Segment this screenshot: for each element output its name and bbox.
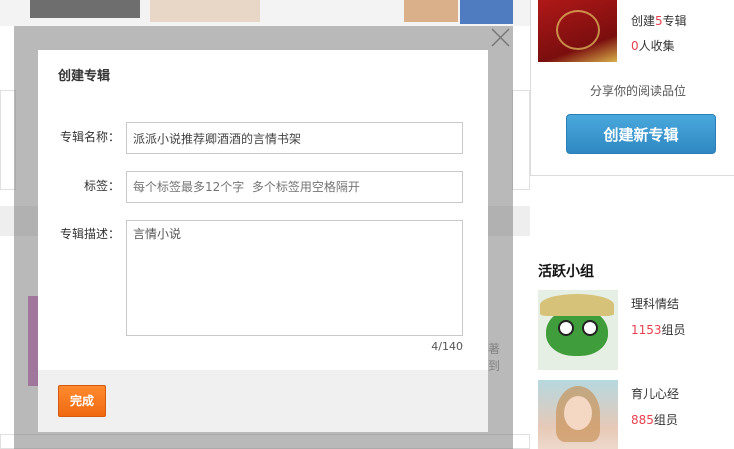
book-thumb <box>30 0 140 18</box>
collected-stat: 0人收集 <box>631 37 675 54</box>
album-desc-label: 专辑描述： <box>59 227 120 241</box>
stat-suffix: 人收集 <box>638 39 675 53</box>
album-desc-textarea[interactable]: 言情小说 <box>126 220 463 336</box>
member-count: 885 <box>631 413 654 427</box>
stat-suffix: 专辑 <box>662 14 687 28</box>
created-albums-stat: 创建5专辑 <box>631 12 687 29</box>
group-name-link[interactable]: 理科情结 <box>631 295 679 312</box>
close-button[interactable] <box>488 26 513 50</box>
album-cover[interactable] <box>538 0 617 62</box>
dialog-footer: 完成 <box>38 370 488 432</box>
avatar-shape <box>540 294 614 316</box>
album-name-label: 专辑名称： <box>59 130 120 144</box>
share-text: 分享你的阅读品位 <box>590 84 687 98</box>
group-members: 885组员 <box>631 411 678 428</box>
stat-count: 0 <box>631 39 639 53</box>
stat-count: 5 <box>655 14 663 28</box>
close-icon <box>491 28 510 47</box>
create-album-button[interactable]: 创建新专辑 <box>566 114 716 154</box>
card-edge <box>512 90 530 190</box>
book-thumb <box>404 0 458 22</box>
album-name-input[interactable] <box>126 122 463 154</box>
tags-input[interactable] <box>126 171 463 203</box>
avatar-shape <box>582 320 598 336</box>
avatar-shape <box>564 396 592 430</box>
group-name-link[interactable]: 育儿心经 <box>631 385 679 402</box>
groups-title: 活跃小组 <box>538 264 594 280</box>
group-avatar[interactable] <box>538 290 618 370</box>
book-thumb <box>150 0 260 22</box>
member-count: 1153 <box>631 323 662 337</box>
book-thumb <box>460 0 513 24</box>
create-album-dialog: 创建专辑 专辑名称： 标签： 专辑描述： 言情小说 4/140 完成 <box>38 50 488 432</box>
member-suffix: 组员 <box>661 323 686 337</box>
tags-label: 标签： <box>83 179 120 193</box>
dialog-title: 创建专辑 <box>58 69 111 84</box>
member-suffix: 组员 <box>653 413 678 427</box>
char-count: 4/140 <box>431 340 463 353</box>
stat-prefix: 创建 <box>631 14 656 28</box>
group-members: 1153组员 <box>631 321 686 338</box>
avatar-shape <box>558 320 574 336</box>
done-button[interactable]: 完成 <box>58 385 106 417</box>
group-avatar[interactable] <box>538 380 618 449</box>
